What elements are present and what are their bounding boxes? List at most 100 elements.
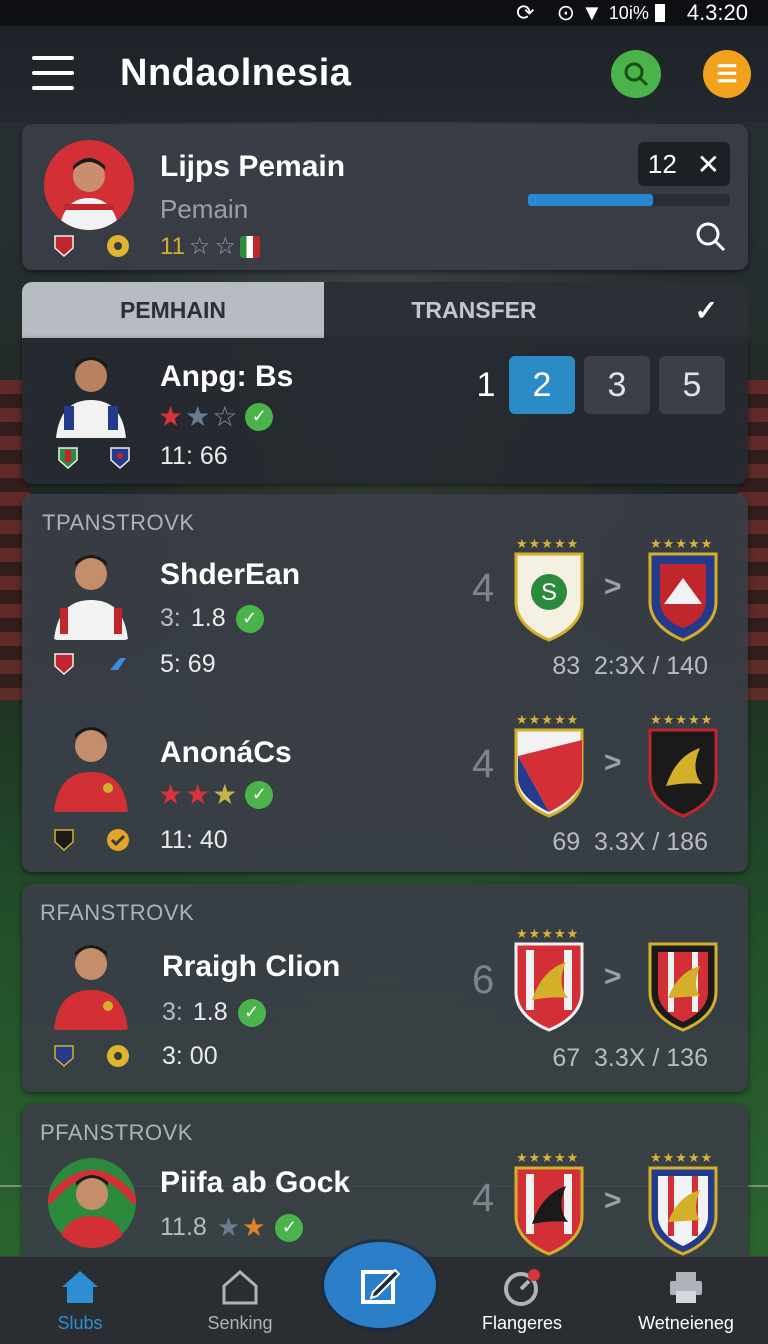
- transfer-stats: 67 3.3X / 136: [552, 1044, 708, 1072]
- player-stat: 11.8 ★ ★ ✓: [160, 1212, 304, 1243]
- coin-icon: ☰: [716, 60, 738, 88]
- flag-badge-icon: [239, 235, 260, 258]
- sync-icon: ⟳: [516, 0, 535, 25]
- page-3[interactable]: 3: [584, 356, 650, 414]
- nav-flangeres[interactable]: Flangeres: [452, 1267, 592, 1334]
- club-crest-icon: [646, 550, 720, 642]
- menu-icon[interactable]: [32, 56, 74, 90]
- progress-fill: [528, 194, 654, 206]
- player-avatar[interactable]: [50, 346, 132, 438]
- status-bar: ⟳ ⊙ ▼ 10i% 4.3:20: [0, 0, 768, 26]
- player-time: 11: 40: [160, 826, 228, 854]
- chat-search-button[interactable]: [611, 50, 661, 98]
- tab-transfer[interactable]: TRANSFER: [324, 282, 624, 338]
- player-name: ShderEan: [160, 558, 301, 591]
- profile-role: Pemain: [160, 194, 249, 224]
- nav-senking[interactable]: Senking: [170, 1267, 310, 1334]
- profile-avatar[interactable]: [44, 140, 134, 230]
- player-stars: ★ ★ ★ ✓: [158, 778, 274, 811]
- player-avatar[interactable]: [50, 716, 132, 812]
- transfer-stats: 83 2:3X / 140: [552, 652, 708, 680]
- player-name: Rraigh Clion: [162, 950, 341, 983]
- stat-label: 3:: [162, 998, 183, 1026]
- house-outline-icon: [170, 1267, 310, 1307]
- rating-value: 11: [160, 232, 185, 260]
- profile-name: Lijps Pemain: [160, 150, 346, 183]
- star-filled-icon: ★: [185, 401, 211, 432]
- verified-icon: ✓: [245, 402, 274, 431]
- transfer-arrow-icon: >: [604, 570, 622, 603]
- club-badge-icon: [52, 652, 76, 676]
- player-name: Piifa ab Gock: [160, 1166, 351, 1199]
- battery-text: 10i%: [608, 2, 649, 23]
- nav-label: Wetneieneg: [638, 1313, 734, 1333]
- transfer-count: 4: [472, 566, 495, 610]
- player-stars: ★ ★ ☆ ✓: [158, 400, 274, 433]
- transfer-count: 4: [472, 1176, 495, 1220]
- player-avatar[interactable]: [50, 544, 132, 640]
- transfer-arrow-icon: >: [604, 1184, 622, 1217]
- home-icon: [10, 1267, 150, 1307]
- alarm-icon: ⊙: [556, 0, 576, 25]
- club-crest-icon: [512, 940, 586, 1032]
- player-avatar[interactable]: [50, 934, 132, 1030]
- player-stat: 3: 1.8 ✓: [162, 998, 266, 1027]
- star-outline-icon: ☆: [188, 233, 211, 260]
- flag-badge-icon: [56, 446, 80, 470]
- chevron-down-icon: ✓: [694, 294, 718, 326]
- nav-wetneieneg[interactable]: Wetneieneg: [616, 1267, 756, 1334]
- club-crest-icon: S: [512, 550, 586, 642]
- chat-search-icon: [624, 62, 649, 87]
- close-icon[interactable]: ✕: [697, 148, 720, 181]
- page-2[interactable]: 2: [509, 356, 575, 414]
- club-crest-icon: [512, 726, 586, 818]
- stat-value: 11.8: [160, 1213, 207, 1241]
- transfer-stats: 69 3.3X / 186: [552, 828, 708, 856]
- edit-fab-button[interactable]: [324, 1242, 436, 1328]
- gauge-icon: [452, 1267, 592, 1307]
- count-value: 12: [647, 148, 677, 179]
- check-badge-icon: [106, 828, 130, 852]
- edit-icon: [361, 1268, 401, 1304]
- club-crest-icon: [512, 1164, 586, 1256]
- section-label: TPANSTROVK: [42, 510, 195, 535]
- page-5[interactable]: 5: [659, 356, 725, 414]
- battery-icon: [654, 4, 665, 22]
- club-badge-icon: [52, 1044, 76, 1068]
- boot-icon: [106, 652, 130, 676]
- transfer-count: 4: [472, 742, 495, 786]
- wifi-icon: ▼: [581, 0, 603, 25]
- nav-slubs[interactable]: Slubs: [10, 1267, 150, 1334]
- transfer-count: 6: [472, 958, 495, 1002]
- star-filled-icon: ★: [242, 1212, 266, 1242]
- player-avatar[interactable]: [48, 1156, 136, 1248]
- club-badge-icon: [52, 234, 76, 258]
- transfer-section-2: RFANSTROVK Rraigh Clion 3: 1.8 ✓ 3: 00 6…: [22, 884, 748, 1092]
- star-outline-icon: ☆: [212, 401, 238, 432]
- star-filled-icon: ★: [216, 1212, 241, 1242]
- status-time: 4.3:20: [686, 0, 748, 25]
- search-icon[interactable]: [694, 220, 728, 254]
- coins-button[interactable]: ☰: [703, 50, 751, 98]
- page-1[interactable]: 1: [466, 356, 506, 414]
- star-filled-icon: ★: [158, 779, 184, 810]
- section-label: PFANSTROVK: [40, 1120, 193, 1145]
- club-crest-icon: [646, 1164, 720, 1256]
- profile-card: Lijps Pemain Pemain 11 ☆ ☆ 12 ✕: [22, 124, 748, 270]
- player-time: 5: 69: [160, 650, 216, 678]
- transfer-arrow-icon: >: [604, 746, 622, 779]
- stat-label: 3:: [160, 604, 181, 632]
- club-badge-icon: [108, 446, 132, 470]
- count-box[interactable]: 12 ✕: [638, 142, 730, 186]
- transfer-section-1: TPANSTROVK ShderEan 3: 1.8 ✓ 5: 69 4 ★★★…: [22, 494, 748, 872]
- svg-text:S: S: [541, 579, 557, 606]
- star-outline-icon: ☆: [214, 233, 236, 260]
- transfer-section-3: PFANSTROVK Piifa ab Gock 11.8 ★ ★ ✓ 4 ★★…: [22, 1104, 748, 1256]
- player-stars: ★ ★: [217, 1212, 266, 1243]
- tabs-dropdown[interactable]: ✓: [624, 282, 748, 338]
- tab-pemain[interactable]: PEMHAIN: [22, 282, 324, 338]
- ball-badge-icon: [106, 234, 130, 258]
- status-indicators: ⊙ ▼ 10i%: [557, 0, 665, 26]
- transfer-arrow-icon: >: [604, 960, 622, 993]
- stat-value: 1.8: [192, 998, 228, 1026]
